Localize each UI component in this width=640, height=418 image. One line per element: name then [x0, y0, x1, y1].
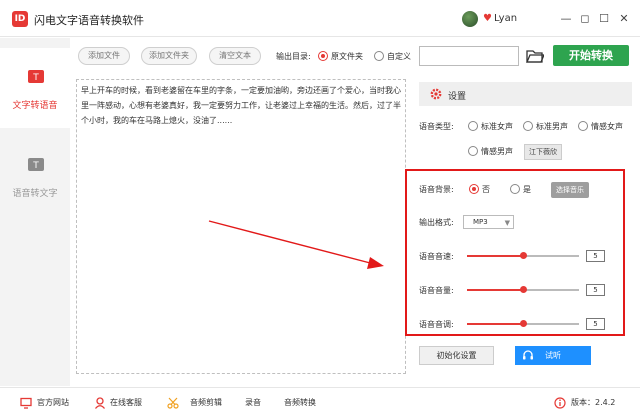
title-bar: ID 闪电文字语音转换软件 ♥ Lyan — ◻ ☐ ✕ [0, 0, 640, 37]
footer-website-link[interactable]: 官方网站 [37, 396, 69, 410]
radio-voice-emotional-female[interactable] [578, 121, 588, 131]
avatar[interactable] [462, 11, 478, 27]
text-editor[interactable]: 早上开车的时候，看到老婆留在车里的字条，一定要加油哟，旁边还画了个爱心，当时我心… [76, 79, 406, 374]
radio-bg-no-label: 否 [482, 185, 490, 194]
slider-fill [467, 255, 523, 257]
speed-value-box[interactable]: 5 [586, 250, 605, 262]
slider-fill [467, 323, 523, 325]
slider-rest [523, 289, 579, 291]
slider-rest [523, 255, 579, 257]
text-to-speech-icon: T [28, 70, 44, 83]
maximize-button[interactable]: ☐ [596, 10, 612, 28]
radio-voice-standard-male-label: 标准男声 [536, 122, 568, 131]
customer-service-icon [94, 397, 106, 409]
sidebar-item-label: 语音转文字 [12, 189, 58, 199]
folder-open-icon[interactable] [526, 48, 544, 64]
format-label: 输出格式: [419, 218, 454, 227]
info-icon [554, 397, 566, 409]
pitch-value-box[interactable]: 5 [586, 318, 605, 330]
gear-icon [430, 88, 442, 100]
radio-voice-standard-female-label: 标准女声 [481, 122, 513, 131]
app-title: 闪电文字语音转换软件 [34, 14, 144, 27]
output-path-input[interactable] [419, 46, 519, 66]
radio-voice-emotional-male-label: 情感男声 [481, 147, 513, 156]
app-logo-icon: ID [12, 11, 28, 27]
voice-name-tag[interactable]: 江下薇欣 [524, 144, 562, 160]
svg-text:T: T [32, 73, 39, 83]
sidebar-item-speech-to-text[interactable]: T 语音转文字 [0, 136, 70, 216]
radio-voice-standard-male[interactable] [523, 121, 533, 131]
footer-record-link[interactable]: 录音 [245, 396, 261, 410]
minimize-button[interactable]: — [558, 10, 574, 28]
radio-original-folder[interactable] [318, 51, 328, 61]
volume-label: 语音音量: [419, 286, 454, 295]
footer-service-link[interactable]: 在线客服 [110, 396, 142, 410]
format-value: MP3 [473, 218, 488, 226]
volume-value-box[interactable]: 5 [586, 284, 605, 296]
pitch-label: 语音音调: [419, 320, 454, 329]
version-label: 版本：2.4.2 [571, 398, 616, 407]
add-file-button[interactable]: 添加文件 [78, 47, 130, 65]
svg-text:T: T [32, 161, 39, 171]
slider-knob[interactable] [520, 252, 527, 259]
settings-header: 设置 [419, 82, 632, 106]
monitor-icon [20, 397, 32, 409]
output-dir-label: 输出目录: [276, 52, 311, 61]
slider-knob[interactable] [520, 286, 527, 293]
slider-knob[interactable] [520, 320, 527, 327]
scissors-icon [167, 397, 179, 409]
radio-original-folder-label: 原文件夹 [331, 52, 363, 61]
radio-custom-folder[interactable] [374, 51, 384, 61]
radio-voice-emotional-female-label: 情感女声 [591, 122, 623, 131]
speed-label: 语音音速: [419, 252, 454, 261]
start-convert-button[interactable]: 开始转换 [553, 45, 629, 66]
headphone-icon [523, 350, 533, 360]
footer: 官方网站 在线客服 音频剪辑 录音 音频转换 版本：2.4.2 [0, 387, 640, 418]
reset-settings-button[interactable]: 初始化设置 [419, 346, 494, 365]
chevron-down-icon: ▼ [504, 219, 510, 227]
sidebar-item-text-to-speech[interactable]: T 文字转语音 [0, 48, 70, 128]
sidebar-item-label: 文字转语音 [12, 101, 58, 111]
radio-voice-standard-female[interactable] [468, 121, 478, 131]
sidebar: T 文字转语音 T 语音转文字 [0, 38, 70, 386]
clear-text-button[interactable]: 清空文本 [209, 47, 261, 65]
footer-audio-edit-link[interactable]: 音频剪辑 [190, 396, 222, 410]
listen-label: 试听 [545, 351, 561, 360]
settings-title: 设置 [448, 92, 467, 102]
bg-label: 语音背景: [419, 185, 454, 194]
close-button[interactable]: ✕ [616, 10, 632, 28]
format-select[interactable]: MP3 ▼ [463, 215, 514, 229]
speech-to-text-icon: T [28, 158, 44, 171]
user-name[interactable]: Lyan [494, 13, 517, 24]
heart-icon: ♥ [483, 13, 492, 24]
voice-type-label: 语音类型: [419, 122, 454, 131]
footer-audio-convert-link[interactable]: 音频转换 [284, 396, 316, 410]
radio-bg-yes-label: 是 [523, 185, 531, 194]
radio-bg-yes[interactable] [510, 184, 520, 194]
select-music-button[interactable]: 选择音乐 [551, 182, 589, 198]
slider-fill [467, 289, 523, 291]
add-folder-button[interactable]: 添加文件夹 [141, 47, 197, 65]
editor-content[interactable]: 早上开车的时候，看到老婆留在车里的字条，一定要加油哟，旁边还画了个爱心，当时我心… [81, 83, 403, 128]
restore-button[interactable]: ◻ [577, 10, 593, 28]
radio-voice-emotional-male[interactable] [468, 146, 478, 156]
radio-custom-folder-label: 自定义 [387, 52, 411, 61]
slider-rest [523, 323, 579, 325]
radio-bg-no[interactable] [469, 184, 479, 194]
